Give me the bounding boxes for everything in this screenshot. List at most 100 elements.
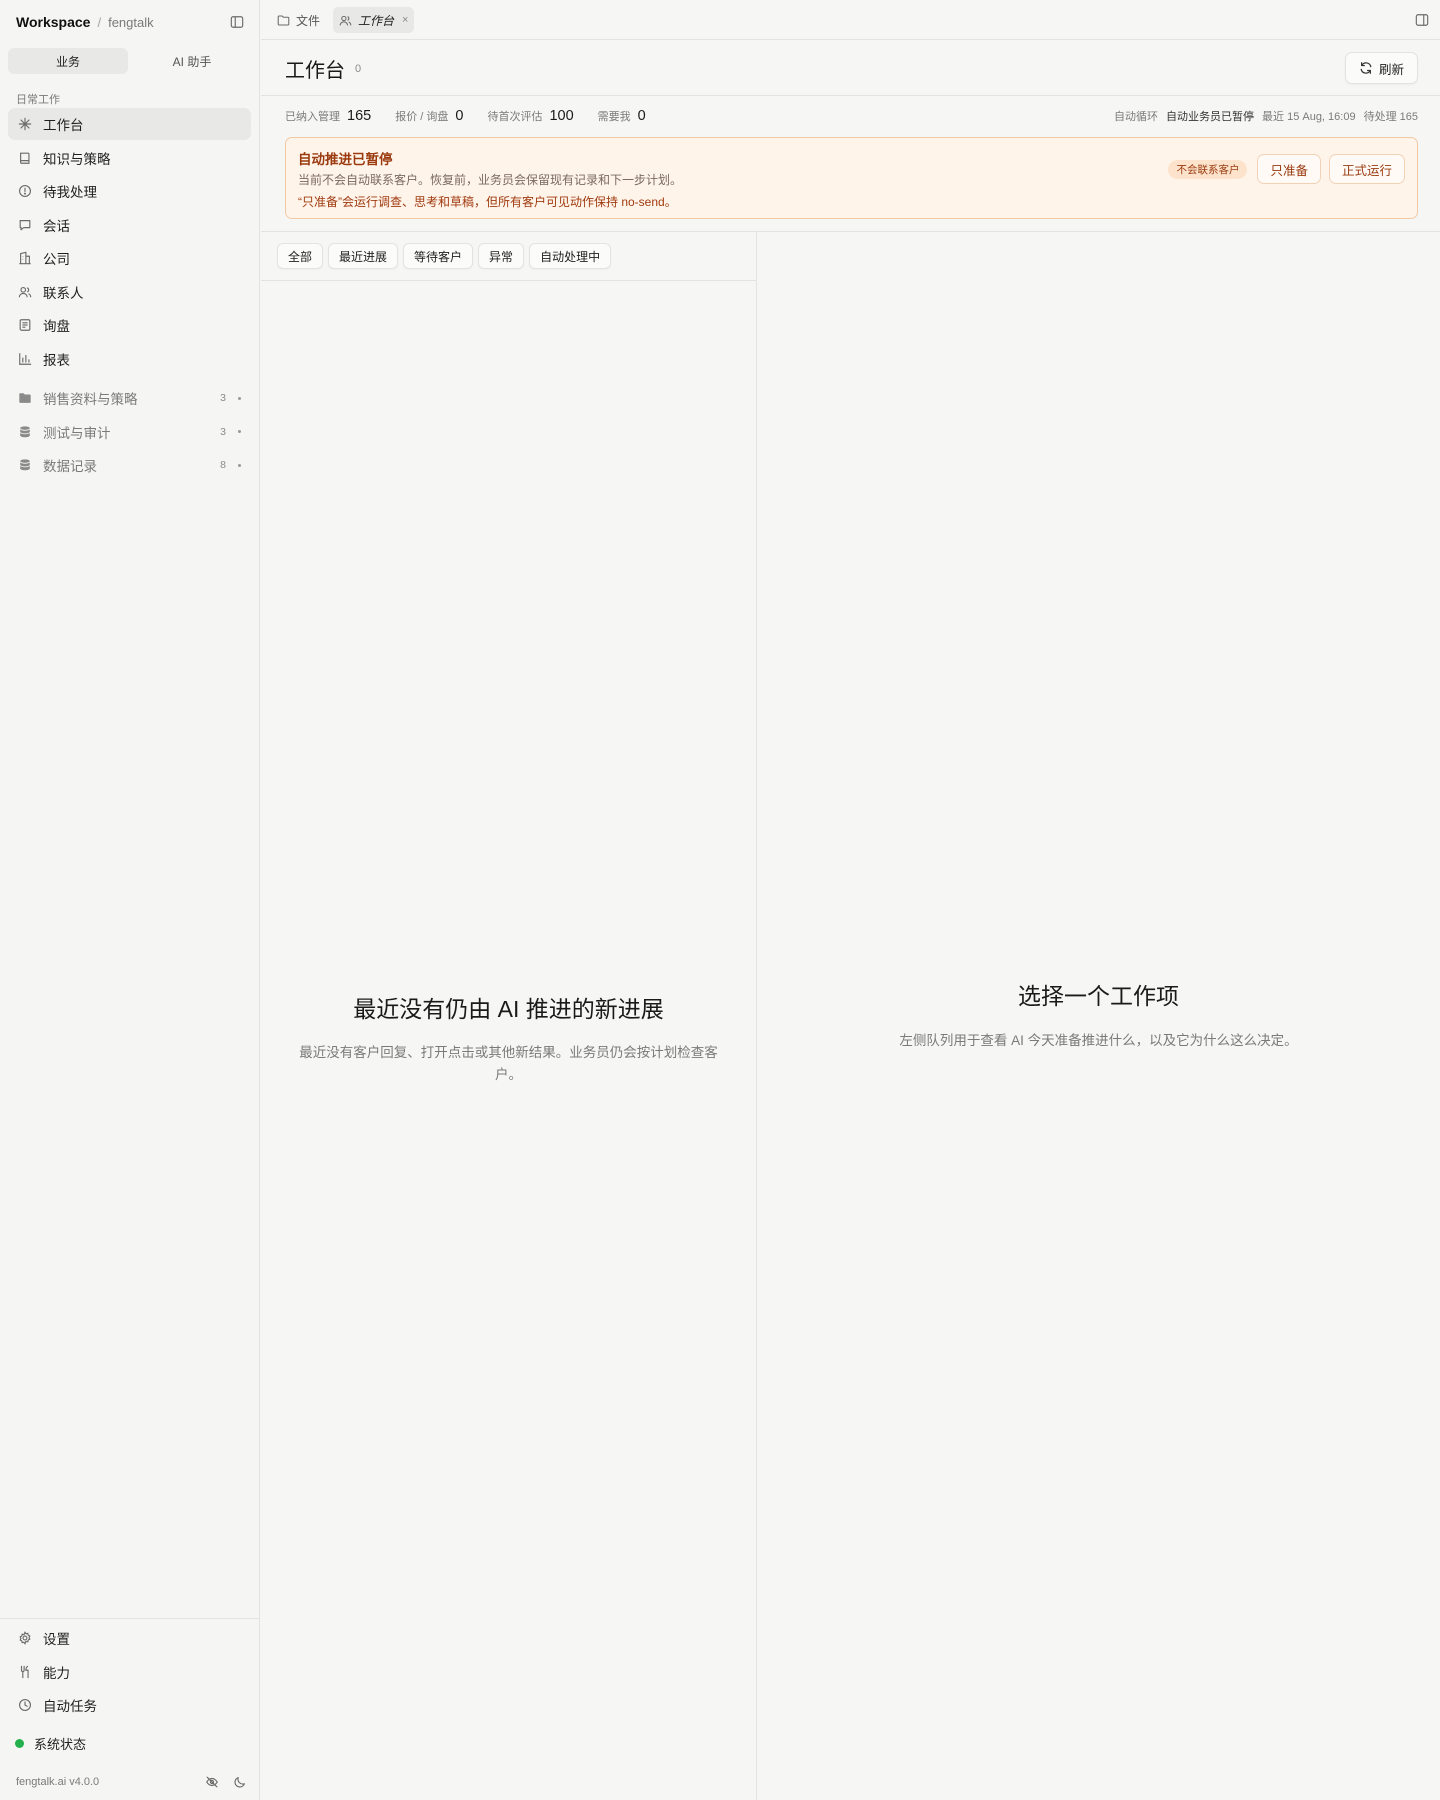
- stat-value: 0: [637, 108, 646, 124]
- filter-all-button[interactable]: 全部: [277, 243, 324, 269]
- sidebar-item-label: 询盘: [43, 319, 70, 334]
- system-status-label: 系统状态: [34, 1737, 87, 1752]
- stat-needs-me: 需要我 0: [598, 108, 646, 124]
- tab-bar: 文件 工作台 ×: [261, 0, 1440, 40]
- stat-quotes: 报价 / 询盘 0: [395, 108, 463, 124]
- alert-description: 当前不会自动联系客户。恢复前，业务员会保留现有记录和下一步计划。: [298, 173, 683, 187]
- sidebar: Workspace / fengtalk 业务 AI 助手 日常工作 工作台 知…: [0, 0, 260, 1800]
- sidebar-item-reports[interactable]: 报表: [8, 343, 251, 375]
- sidebar-section-title: 日常工作: [16, 94, 60, 106]
- sidebar-item-knowledge[interactable]: 知识与策略: [8, 142, 251, 174]
- empty-title: 最近没有仍由 AI 推进的新进展: [353, 996, 664, 1022]
- mode-business-button[interactable]: 业务: [8, 48, 128, 74]
- tab-workbench[interactable]: 工作台 ×: [333, 7, 415, 33]
- sidebar-group-test-audit[interactable]: 测试与审计 3: [8, 416, 251, 448]
- database-icon: [17, 424, 33, 440]
- stat-label: 待首次评估: [487, 111, 543, 123]
- sidebar-footer: fengtalk.ai v4.0.0: [16, 1773, 247, 1791]
- folder-outline-icon: [277, 14, 290, 27]
- system-status[interactable]: 系统状态: [15, 1734, 86, 1753]
- stat-value: 0: [455, 108, 464, 124]
- tab-close-button[interactable]: ×: [402, 14, 408, 26]
- sidebar-group-label: 销售资料与策略: [43, 392, 138, 407]
- main-area: 文件 工作台 × 工作台 0 刷新 已纳入管理 165 报价 / 询盘 0 待首…: [261, 0, 1440, 1800]
- tab-files[interactable]: 文件: [271, 7, 326, 33]
- filter-waiting-button[interactable]: 等待客户: [403, 243, 474, 269]
- sidebar-item-label: 会话: [43, 218, 70, 234]
- sidebar-group-label: 测试与审计: [43, 425, 111, 441]
- sidebar-group-label: 数据记录: [43, 459, 97, 474]
- users-icon: [17, 284, 33, 300]
- queue-filters: 全部 最近进展 等待客户 异常 自动处理中: [277, 243, 612, 269]
- stats-row: 已纳入管理 165 报价 / 询盘 0 待首次评估 100 需要我 0 自动循环…: [285, 108, 1418, 126]
- page-count: 0: [355, 63, 362, 75]
- sidebar-item-pending[interactable]: 待我处理: [8, 175, 251, 207]
- sidebar-item-settings[interactable]: 设置: [8, 1622, 251, 1654]
- sidebar-item-label: 报表: [43, 352, 70, 368]
- sidebar-header: Workspace / fengtalk: [16, 12, 247, 32]
- gear-icon: [17, 1630, 33, 1646]
- refresh-button[interactable]: 刷新: [1344, 52, 1418, 84]
- sidebar-item-capabilities[interactable]: 能力: [8, 1656, 251, 1688]
- loop-state: 自动业务员已暂停: [1166, 111, 1255, 123]
- sidebar-group-dot: [238, 396, 241, 400]
- tab-label: 工作台: [358, 13, 395, 28]
- stat-first-eval: 待首次评估 100: [487, 108, 573, 124]
- sparkle-icon: [17, 116, 33, 132]
- filter-recent-button[interactable]: 最近进展: [328, 243, 399, 269]
- eye-off-icon[interactable]: [205, 1775, 219, 1789]
- book-icon: [17, 150, 33, 166]
- stat-label: 已纳入管理: [285, 111, 340, 123]
- right-panel-toggle-icon[interactable]: [1414, 12, 1430, 28]
- moon-icon[interactable]: [233, 1775, 247, 1789]
- run-live-button[interactable]: 正式运行: [1328, 154, 1405, 184]
- stat-label: 报价 / 询盘: [395, 111, 449, 123]
- refresh-label: 刷新: [1378, 62, 1404, 77]
- filters-divider: [261, 280, 756, 281]
- sidebar-item-contacts[interactable]: 联系人: [8, 276, 251, 308]
- sidebar-item-conversations[interactable]: 会话: [8, 209, 251, 241]
- empty-description: 最近没有客户回复、打开点击或其他新结果。业务员仍会按计划检查客户。: [299, 1045, 718, 1082]
- brand-name: Workspace: [16, 14, 91, 30]
- sidebar-nav: 工作台 知识与策略 待我处理 会话 公司 联系人 询盘 报表: [8, 108, 251, 376]
- page-title: 工作台: [285, 60, 345, 82]
- sidebar-item-label: 待我处理: [43, 185, 97, 200]
- queue-empty-state: 最近没有仍由 AI 推进的新进展 最近没有客户回复、打开点击或其他新结果。业务员…: [261, 990, 756, 1086]
- last-run: 最近 15 Aug, 16:09: [1262, 111, 1356, 123]
- content-divider: [261, 231, 1440, 232]
- sidebar-bottom-nav: 设置 能力 自动任务: [8, 1622, 251, 1723]
- clock-icon: [17, 1697, 33, 1713]
- sidebar-group-sales-materials[interactable]: 销售资料与策略 3: [8, 382, 251, 414]
- sidebar-group-count: 8: [220, 459, 226, 471]
- sidebar-group-data-records[interactable]: 数据记录 8: [8, 449, 251, 481]
- sidebar-group-dot: [238, 430, 241, 433]
- users-icon: [339, 14, 352, 27]
- form-icon: [17, 317, 33, 333]
- sidebar-item-inquiries[interactable]: 询盘: [8, 309, 251, 341]
- prepare-only-button[interactable]: 只准备: [1257, 154, 1321, 184]
- tools-icon: [17, 1664, 33, 1680]
- mode-assistant-button[interactable]: AI 助手: [132, 48, 252, 74]
- folder-icon: [17, 390, 33, 406]
- filter-exception-button[interactable]: 异常: [478, 243, 525, 269]
- sidebar-item-companies[interactable]: 公司: [8, 242, 251, 274]
- chat-icon: [17, 217, 33, 233]
- filter-auto-button[interactable]: 自动处理中: [529, 243, 612, 269]
- status-indicator: [15, 1739, 24, 1748]
- sidebar-item-auto-tasks[interactable]: 自动任务: [8, 1689, 251, 1721]
- workspace-name[interactable]: fengtalk: [108, 15, 154, 30]
- sidebar-item-label: 知识与策略: [43, 151, 111, 167]
- sidebar-collapse-icon[interactable]: [229, 14, 245, 30]
- pending-count: 待处理 165: [1363, 111, 1418, 123]
- alert-note: “只准备”会运行调查、思考和草稿，但所有客户可见动作保持 no-send。: [298, 195, 677, 209]
- building-icon: [17, 250, 33, 266]
- breadcrumb-separator: /: [97, 14, 102, 30]
- empty-description: 左侧队列用于查看 AI 今天准备推进什么，以及它为什么这么决定。: [899, 1033, 1298, 1048]
- sidebar-item-label: 工作台: [43, 118, 84, 133]
- refresh-icon: [1359, 61, 1373, 75]
- sidebar-group-count: 3: [220, 392, 226, 404]
- alert-circle-icon: [17, 183, 33, 199]
- stat-value: 165: [347, 108, 372, 124]
- sidebar-item-workbench[interactable]: 工作台: [8, 108, 251, 140]
- mode-switch: 业务 AI 助手: [8, 48, 252, 74]
